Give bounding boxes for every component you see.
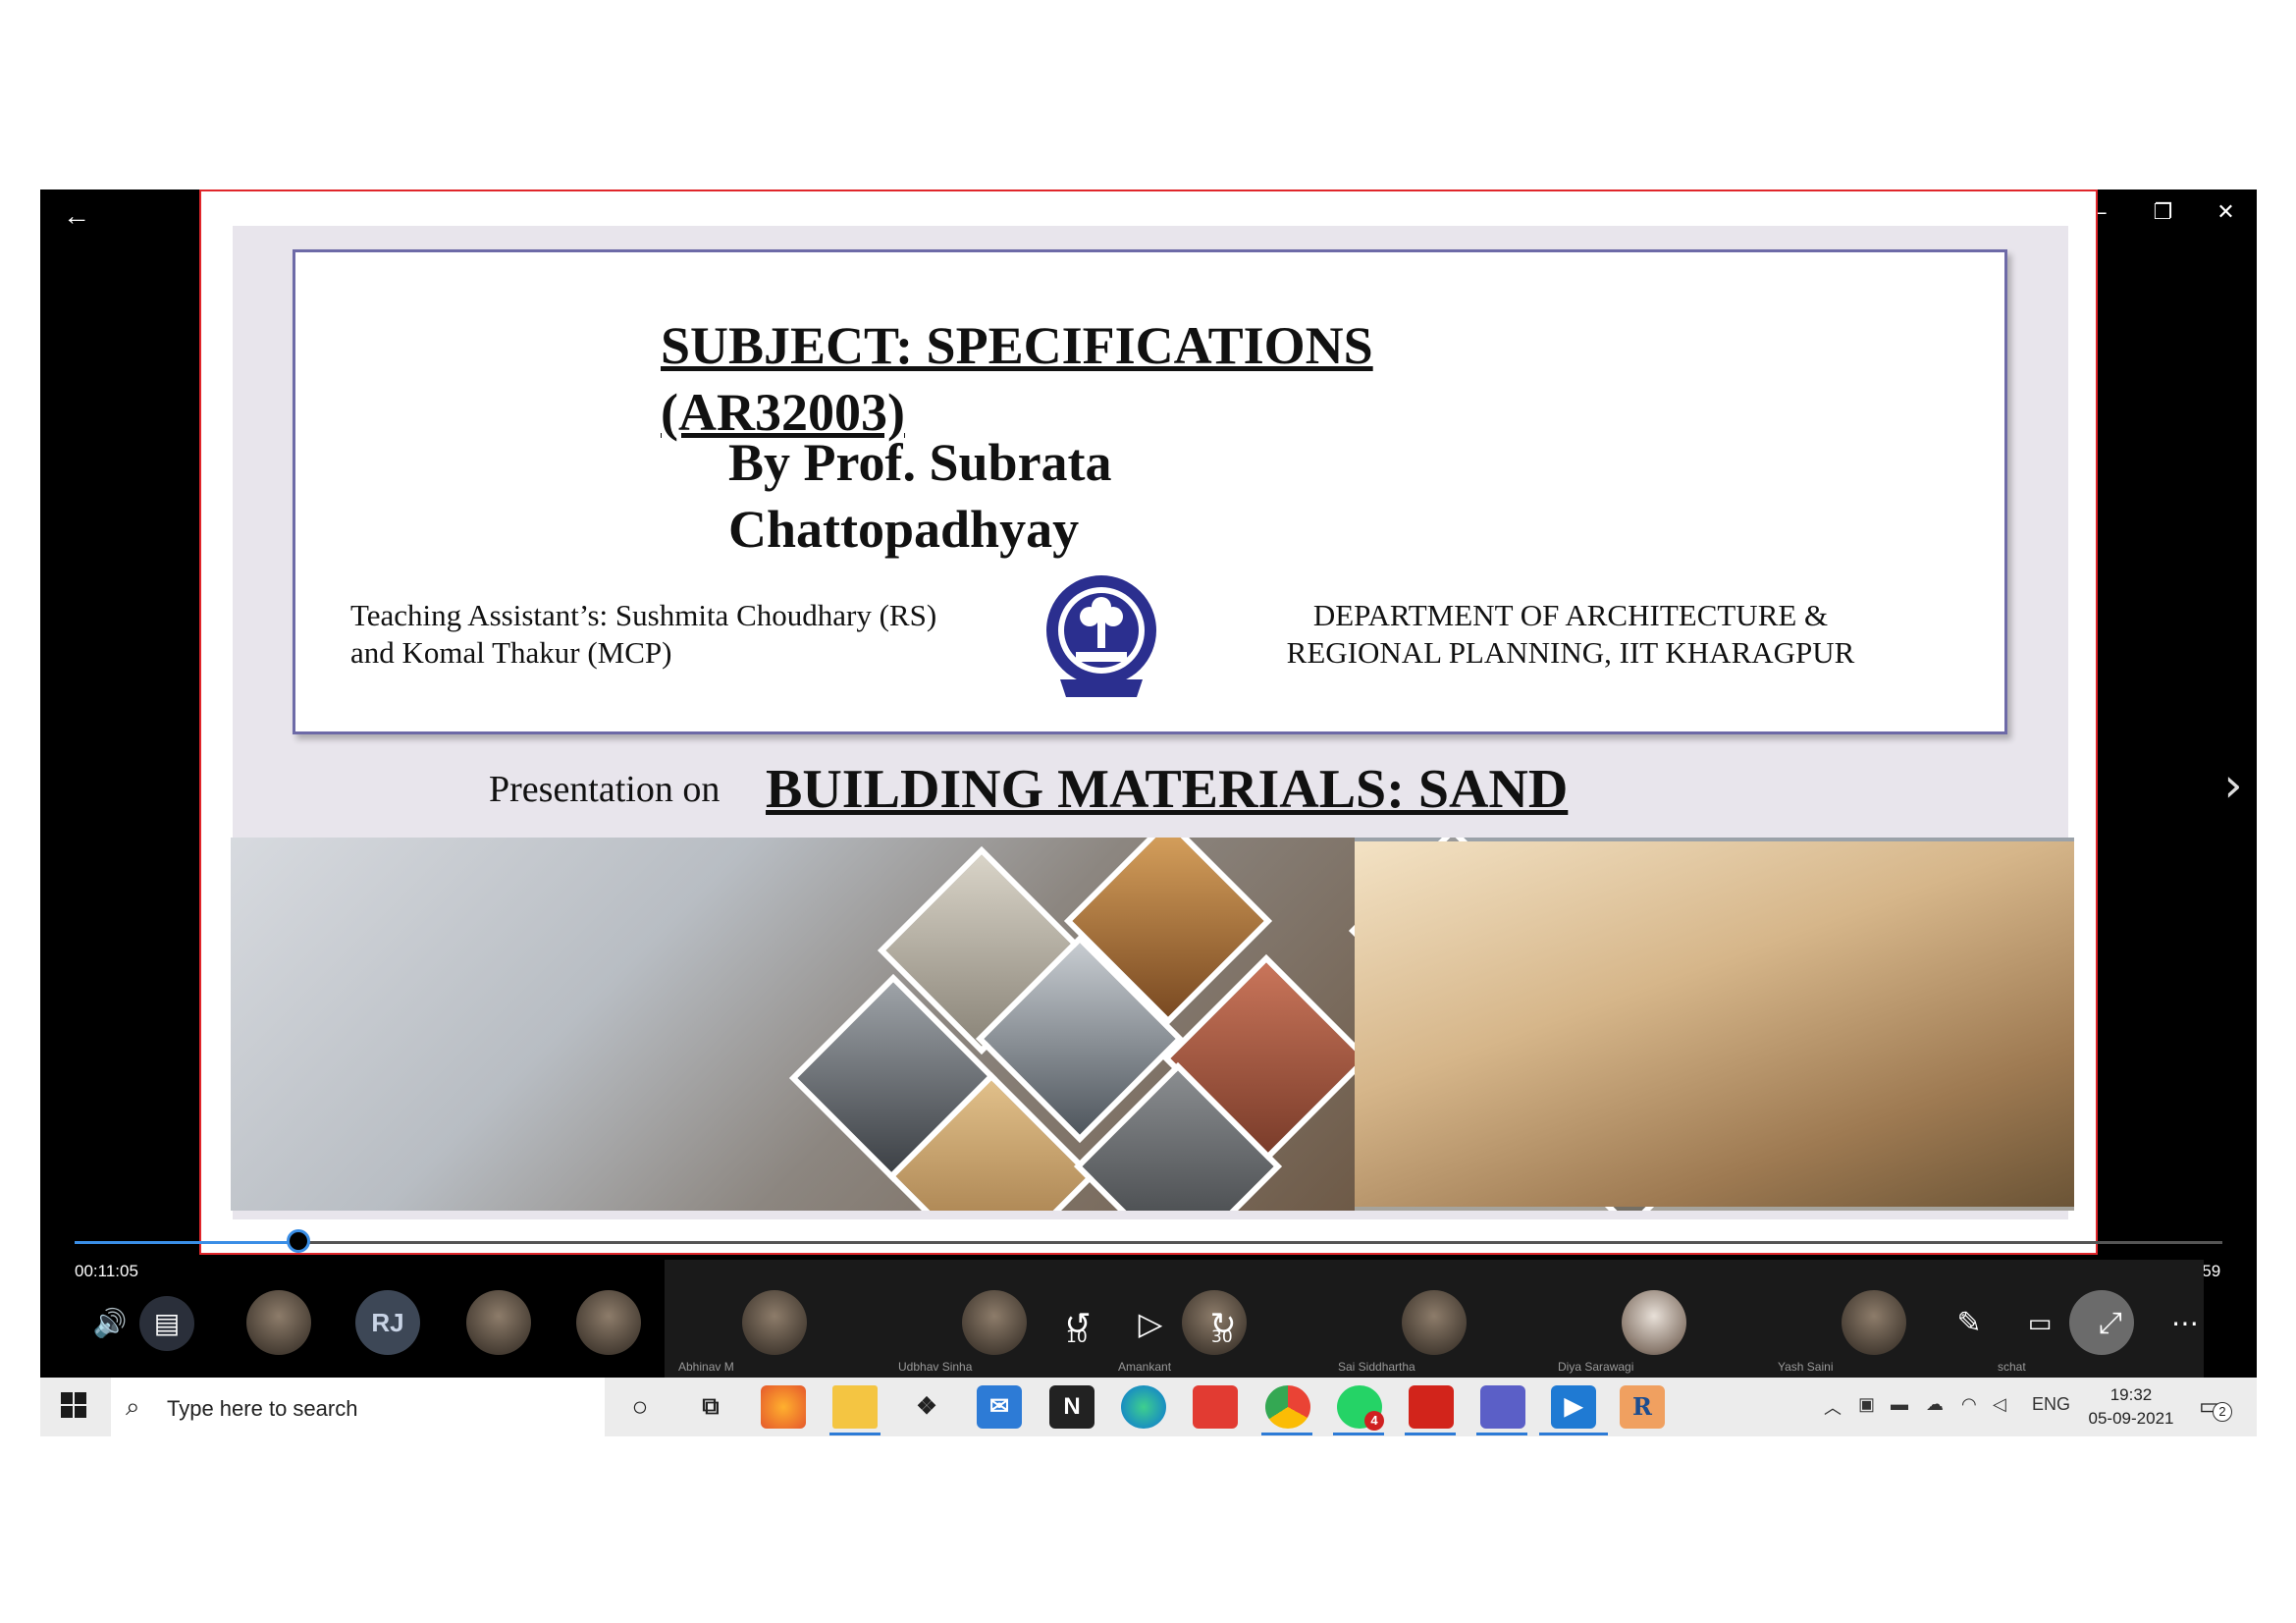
file-explorer-icon[interactable] [832,1385,878,1429]
participant-name: schat [1998,1360,2026,1374]
cloud-icon[interactable]: ☁ [1926,1394,1944,1415]
firefox-icon[interactable] [761,1385,806,1429]
edge-icon[interactable] [1121,1385,1166,1429]
clock-time: 19:32 [2109,1385,2153,1404]
active-indicator [1539,1433,1608,1435]
iit-kharagpur-logo [1041,569,1163,707]
participant-avatar[interactable] [742,1290,807,1355]
back-arrow-icon[interactable]: ← [47,196,106,236]
whatsapp-icon[interactable]: 4 [1337,1385,1384,1431]
participant-name: Sai Siddhartha [1338,1360,1415,1374]
wifi-icon[interactable]: ◠ [1961,1394,1977,1415]
prof-line-1: By Prof. Subrata [728,433,1112,492]
stream-player-icon[interactable]: ▶ [1551,1385,1596,1429]
sketchup-icon[interactable] [1193,1385,1238,1429]
teaching-assistants: Teaching Assistant’s: Sushmita Choudhary… [350,597,1018,672]
teams-icon[interactable] [1480,1385,1525,1429]
participant-name: Udbhav Sinha [898,1360,973,1374]
subject-line-1: SUBJECT: SPECIFICATIONS [661,316,1373,375]
next-slide-chevron-icon[interactable]: › [2209,756,2258,815]
acrobat-icon[interactable] [1409,1385,1454,1429]
forward-30-button[interactable]: ↻ 30 [1194,1296,1253,1351]
participant-avatar[interactable] [466,1290,531,1355]
active-indicator [1405,1433,1456,1435]
seek-bar-progress [75,1241,300,1244]
play-button[interactable]: ▷ [1121,1296,1180,1351]
participant-avatar[interactable] [1402,1290,1467,1355]
participant-avatar[interactable] [1622,1290,1686,1355]
active-indicator [1261,1433,1312,1435]
picture-in-picture-icon[interactable]: ▭ [2010,1296,2069,1351]
seek-bar-handle[interactable] [287,1229,310,1253]
notification-badge: 2 [2213,1402,2232,1422]
participant-avatar-initials[interactable]: RJ [355,1290,420,1355]
volume-icon[interactable]: 🔊 [80,1296,139,1351]
presentation-label: Presentation on [489,769,721,810]
participant-avatar[interactable] [962,1290,1027,1355]
mail-icon[interactable]: ✉ [977,1385,1022,1429]
rewind-label: 10 [1066,1327,1088,1347]
battery-icon[interactable]: ▬ [1891,1394,1908,1415]
current-time: 00:11:05 [75,1262,138,1280]
participant-avatar[interactable] [1842,1290,1906,1355]
clock-date: 05-09-2021 [2088,1409,2174,1428]
building-materials-collage [231,838,2074,1211]
participant-name: Amankant [1118,1360,1172,1374]
dept-line-1: DEPARTMENT OF ARCHITECTURE & [1312,598,1829,632]
meet-icon[interactable]: ▣ [1858,1394,1875,1415]
presentation-title: BUILDING MATERIALS: SAND [766,759,1569,820]
participant-avatar[interactable] [246,1290,311,1355]
whatsapp-badge: 4 [1364,1411,1384,1431]
search-placeholder: Type here to search [167,1396,358,1421]
windows-start-icon[interactable] [59,1390,88,1420]
captions-icon[interactable]: ▤ [139,1296,194,1351]
ta-line-2: and Komal Thakur (MCP) [350,635,672,670]
notification-center-icon[interactable]: ▭ 2 [2199,1392,2232,1422]
fullscreen-icon[interactable]: ⤢ [2081,1296,2140,1351]
task-view-icon[interactable]: ⧉ [688,1385,733,1429]
more-options-icon[interactable]: ⋯ [2156,1296,2215,1351]
participant-name: Abhinav M [678,1360,734,1374]
forward-label: 30 [1211,1327,1233,1347]
search-icon: ⌕ [126,1392,140,1422]
professor-name: By Prof. Subrata Chattopadhyay [728,429,1278,563]
participant-name: Yash Saini [1778,1360,1834,1374]
active-indicator [1333,1433,1384,1435]
speaker-icon[interactable]: ◁ [1993,1394,2006,1415]
seek-bar[interactable] [75,1241,2222,1244]
participant-avatar[interactable] [576,1290,641,1355]
department-name: DEPARTMENT OF ARCHITECTURE & REGIONAL PL… [1227,597,1914,672]
revit-icon[interactable]: R [1620,1385,1665,1429]
participant-name: Diya Sarawagi [1558,1360,1634,1374]
pen-icon[interactable]: ✎ [1940,1296,1999,1351]
language-indicator[interactable]: ENG [2032,1394,2070,1415]
engineer-site-photo [1355,841,2074,1207]
chrome-icon[interactable] [1265,1385,1310,1429]
close-button[interactable]: ✕ [2195,189,2257,235]
active-indicator [1476,1433,1527,1435]
notion-icon[interactable]: N [1049,1385,1095,1429]
dept-line-2: REGIONAL PLANNING, IIT KHARAGPUR [1286,635,1855,670]
dropbox-icon[interactable]: ❖ [904,1385,949,1429]
chevron-up-icon[interactable]: ︿ [1824,1394,1842,1420]
rewind-10-button[interactable]: ↺ 10 [1048,1296,1107,1351]
prof-line-2: Chattopadhyay [728,500,1080,559]
subject-title: SUBJECT: SPECIFICATIONS (AR32003) [661,312,1466,446]
restore-button[interactable]: ❐ [2132,189,2194,235]
ta-line-1: Teaching Assistant’s: Sushmita Choudhary… [350,598,937,632]
active-indicator [829,1433,881,1435]
clock[interactable]: 19:32 05-09-2021 [2087,1383,2175,1431]
cortana-icon[interactable]: ○ [617,1385,663,1429]
